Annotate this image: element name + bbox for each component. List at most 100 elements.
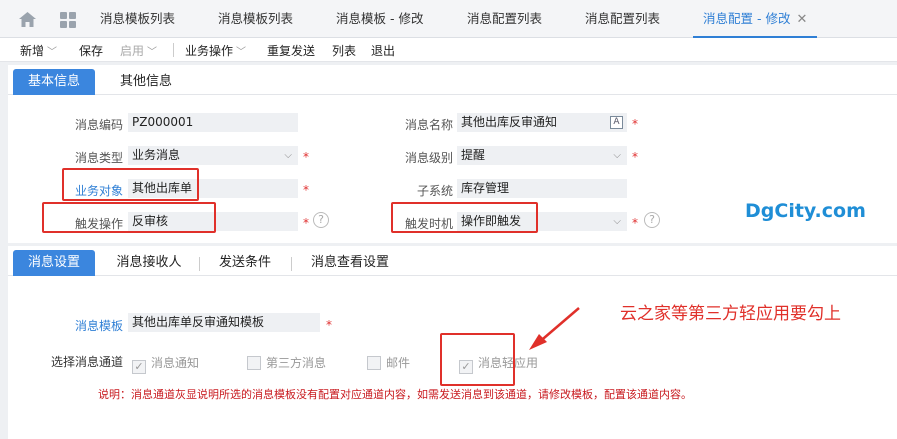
tab-label: 消息设置: [27, 255, 80, 270]
home-icon[interactable]: [19, 12, 36, 27]
channel-mail-checkbox[interactable]: 邮件: [367, 354, 410, 371]
annotation-text: 云之家等第三方轻应用要勾上: [620, 304, 841, 324]
enable-label: 启用: [120, 44, 145, 58]
highlight-box-business-object: [62, 168, 199, 201]
checkbox-label: 邮件: [386, 356, 411, 370]
required-mark: *: [632, 216, 638, 230]
tab-label: 消息模板列表: [100, 11, 176, 26]
message-code-field[interactable]: PZ000001: [128, 113, 298, 132]
list-button[interactable]: 列表: [332, 42, 356, 59]
message-level-value: 提醒: [461, 148, 486, 162]
tab-label: 消息模板 - 修改: [336, 11, 424, 26]
exit-label: 退出: [371, 44, 396, 58]
channel-note: 说明：消息通道灰显说明所选的消息模板没有配置对应通道内容，如需发送消息到该通道，…: [98, 388, 692, 401]
message-template-link[interactable]: 消息模板: [48, 317, 123, 334]
tab-label: 消息查看设置: [310, 255, 389, 270]
message-settings-tabs: 消息设置 消息接收人 发送条件 消息查看设置: [8, 246, 897, 276]
channel-notice-checkbox[interactable]: ✓ 消息通知: [132, 354, 199, 374]
message-type-value: 业务消息: [132, 148, 181, 162]
apps-grid-icon[interactable]: [60, 12, 76, 28]
message-name-label: 消息名称: [404, 118, 453, 132]
tab-message-receivers[interactable]: 消息接收人: [108, 250, 190, 276]
tab-template-edit[interactable]: 消息模板 - 修改: [336, 0, 423, 38]
message-name-value: 其他出库反审通知: [461, 115, 558, 129]
tab-label: 消息配置列表: [585, 11, 661, 26]
help-icon[interactable]: ?: [644, 212, 660, 228]
tab-config-edit[interactable]: 消息配置 - 修改 ✕: [693, 0, 818, 38]
highlight-box-trigger-operation: [42, 202, 216, 233]
resend-label: 重复发送: [267, 44, 316, 58]
message-code-value: PZ000001: [132, 115, 194, 129]
tab-label: 消息模板列表: [218, 11, 294, 26]
tab-label: 消息接收人: [116, 255, 182, 270]
highlight-box-light-app: [440, 333, 515, 386]
tab-template-list-2[interactable]: 消息模板列表: [218, 0, 293, 38]
channel-third-party-checkbox[interactable]: 第三方消息: [247, 354, 326, 371]
tab-label: 消息配置 - 修改: [703, 11, 791, 26]
chevron-down-icon: ⌵: [284, 150, 292, 161]
tab-config-list-2[interactable]: 消息配置列表: [585, 0, 660, 38]
list-label: 列表: [332, 44, 357, 58]
message-name-field[interactable]: 其他出库反审通知 A: [457, 113, 627, 132]
subsystem-field[interactable]: 库存管理: [457, 179, 627, 198]
checkbox-label: 消息通知: [151, 356, 200, 370]
tab-basic-info[interactable]: 基本信息: [13, 69, 95, 95]
message-code-label: 消息编码: [74, 118, 123, 132]
message-type-label: 消息类型: [74, 151, 123, 165]
exit-button[interactable]: 退出: [371, 42, 395, 59]
tab-divider: [291, 257, 292, 271]
tab-label: 发送条件: [218, 255, 271, 270]
required-mark: *: [303, 183, 309, 197]
chevron-down-icon: ⌵: [613, 150, 621, 161]
tab-message-settings[interactable]: 消息设置: [13, 250, 95, 276]
save-label: 保存: [79, 44, 104, 58]
tab-bar: 消息模板列表 消息模板列表 消息模板 - 修改 消息配置列表 消息配置列表 消息…: [0, 0, 897, 38]
message-level-select[interactable]: 提醒 ⌵: [457, 146, 627, 165]
tab-other-info[interactable]: 其他信息: [106, 69, 186, 95]
tab-divider: [199, 257, 200, 271]
business-ops-button[interactable]: 业务操作 ﹀: [185, 42, 246, 59]
toolbar-divider: [173, 43, 174, 57]
tab-template-list-1[interactable]: 消息模板列表: [100, 0, 175, 38]
new-label: 新增: [20, 44, 45, 58]
highlight-box-trigger-timing: [391, 202, 538, 233]
checkbox-checked-icon: ✓: [132, 360, 146, 374]
channel-label: 选择消息通道: [50, 355, 123, 369]
arrow-annotation-icon: [529, 307, 580, 350]
tab-label: 其他信息: [119, 74, 172, 89]
help-icon[interactable]: ?: [313, 212, 329, 228]
close-icon[interactable]: ✕: [796, 12, 807, 27]
save-button[interactable]: 保存: [79, 42, 103, 59]
new-button[interactable]: 新增 ﹀: [20, 42, 57, 59]
tab-message-view-settings[interactable]: 消息查看设置: [300, 250, 400, 276]
enable-button[interactable]: 启用 ﹀: [120, 42, 157, 59]
message-type-select[interactable]: 业务消息 ⌵: [128, 146, 298, 165]
business-ops-label: 业务操作: [185, 44, 234, 58]
chevron-down-icon[interactable]: ﹀: [47, 47, 57, 58]
tab-label: 消息配置列表: [467, 11, 543, 26]
message-settings-panel: 消息设置 消息接收人 发送条件 消息查看设置 消息模板 其他出库单反审通知模板 …: [8, 246, 897, 439]
checkbox-empty-icon: [367, 356, 381, 370]
checkbox-label: 第三方消息: [266, 356, 327, 370]
chevron-down-icon: ⌵: [613, 216, 621, 227]
message-template-field[interactable]: 其他出库单反审通知模板: [128, 313, 320, 332]
multilang-icon[interactable]: A: [610, 116, 623, 129]
required-mark: *: [632, 117, 638, 131]
tab-config-list-1[interactable]: 消息配置列表: [467, 0, 542, 38]
required-mark: *: [303, 150, 309, 164]
message-level-label: 消息级别: [404, 151, 453, 165]
required-mark: *: [632, 150, 638, 164]
required-mark: *: [303, 216, 309, 230]
chevron-down-icon[interactable]: ﹀: [236, 47, 246, 58]
message-template-value: 其他出库单反审通知模板: [132, 315, 265, 329]
tab-send-conditions[interactable]: 发送条件: [208, 250, 282, 276]
chevron-down-icon[interactable]: ﹀: [147, 47, 157, 58]
subsystem-value: 库存管理: [461, 181, 510, 195]
tab-label: 基本信息: [27, 74, 80, 89]
basic-info-tabs: 基本信息 其他信息: [8, 65, 897, 95]
resend-button[interactable]: 重复发送: [267, 42, 315, 59]
toolbar: 新增 ﹀ 保存 启用 ﹀ 业务操作 ﹀ 重复发送 列表 退出: [0, 38, 897, 62]
watermark: DgCity.com: [745, 200, 866, 222]
checkbox-empty-icon: [247, 356, 261, 370]
subsystem-label: 子系统: [416, 184, 453, 198]
